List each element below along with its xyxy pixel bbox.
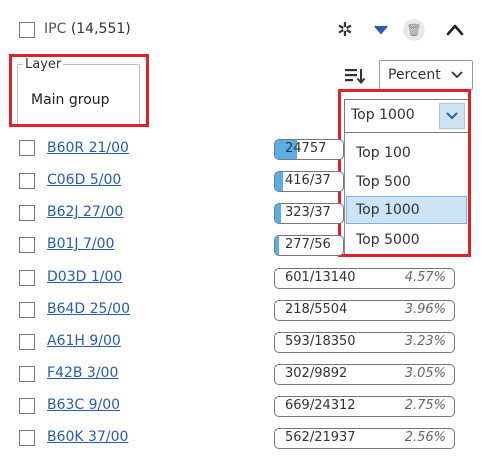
row-checkbox[interactable] [19,140,35,156]
row-checkbox[interactable] [19,205,35,221]
ratio-bar: 669/24312 2.75% [274,396,455,417]
sort-icon[interactable] [342,63,368,89]
ratio-bar: 416/37 [274,171,344,192]
percent-text: 3.96% [404,302,446,317]
dropdown-option-selected[interactable]: Top 1000 [346,196,467,224]
ratio-bar-fill [275,204,281,223]
row-checkbox[interactable] [19,398,35,414]
ratio-bar: 24757 [274,139,344,160]
ratio-bar-fill [275,236,279,255]
percent-text: 3.23% [404,334,446,349]
ratio-text: 302/9892 [285,366,348,381]
ratio-bar: 593/18350 3.23% [274,332,455,353]
ipc-code-link[interactable]: B63C 9/00 [47,397,120,413]
ipc-code-link[interactable]: B64D 25/00 [47,301,130,317]
row-checkbox[interactable] [19,334,35,350]
row-checkbox[interactable] [19,270,35,286]
top-n-select-value: Top 1000 [351,107,415,123]
chevron-down-icon [451,67,463,83]
ratio-text: 669/24312 [285,398,356,413]
row-checkbox[interactable] [19,430,35,446]
ratio-text: 593/18350 [285,334,356,349]
ratio-text: 24757 [285,141,327,156]
ipc-code-link[interactable]: B01J 7/00 [47,236,114,252]
percent-select-value: Percent [388,67,441,83]
ratio-text: 323/37 [285,205,331,220]
ratio-bar: 218/5504 3.96% [274,300,455,321]
percent-text: 2.75% [404,398,446,413]
ipc-code-link[interactable]: C06D 5/00 [47,172,121,188]
ipc-code-link[interactable]: A61H 9/00 [47,333,121,349]
percent-text: 2.56% [404,430,446,445]
panel-title-count: (14,551) [70,21,131,37]
ipc-code-link[interactable]: B60K 37/00 [47,429,128,445]
percent-text: 4.57% [404,270,446,285]
ratio-bar: 302/9892 3.05% [274,364,455,385]
ratio-text: 601/13140 [285,270,356,285]
top-n-dropdown: Top 100 Top 500 Top 1000 Top 5000 [344,133,469,255]
ipc-code-link[interactable]: F42B 3/00 [47,365,118,381]
caret-down-icon[interactable] [370,18,392,42]
row-checkbox[interactable] [19,173,35,189]
panel-title: IPC (14,551) [44,21,131,37]
ratio-bar: 323/37 [274,203,344,224]
ratio-text: 218/5504 [285,302,348,317]
row-checkbox[interactable] [19,237,35,253]
ipc-code-link[interactable]: B60R 21/00 [47,140,129,156]
ratio-bar: 601/13140 4.57% [274,268,455,289]
trash-icon[interactable]: 🗑 [403,19,425,41]
top-n-select[interactable]: Top 1000 [344,99,469,133]
gear-icon[interactable]: ✲ [334,18,356,42]
percent-select[interactable]: Percent [379,60,473,90]
panel-title-label: IPC [44,21,67,37]
ipc-code-link[interactable]: D03D 1/00 [47,269,122,285]
select-all-checkbox[interactable] [19,22,35,38]
percent-text: 3.05% [404,366,446,381]
layer-select[interactable]: Main group [23,85,132,115]
ratio-text: 277/56 [285,237,331,252]
row-checkbox[interactable] [19,302,35,318]
ratio-text: 562/21937 [285,430,356,445]
ipc-code-link[interactable]: B62J 27/00 [47,204,123,220]
layer-legend: Layer [23,57,64,72]
dropdown-option[interactable]: Top 500 [346,168,467,196]
ratio-bar-fill [275,172,283,191]
chevron-down-icon[interactable] [439,103,465,129]
dropdown-option[interactable]: Top 5000 [346,226,467,254]
ratio-bar: 277/56 [274,235,344,256]
ratio-bar: 562/21937 2.56% [274,428,455,449]
dropdown-option[interactable]: Top 100 [346,139,467,167]
ratio-text: 416/37 [285,173,331,188]
chevron-up-icon[interactable] [442,18,468,42]
row-checkbox[interactable] [19,366,35,382]
